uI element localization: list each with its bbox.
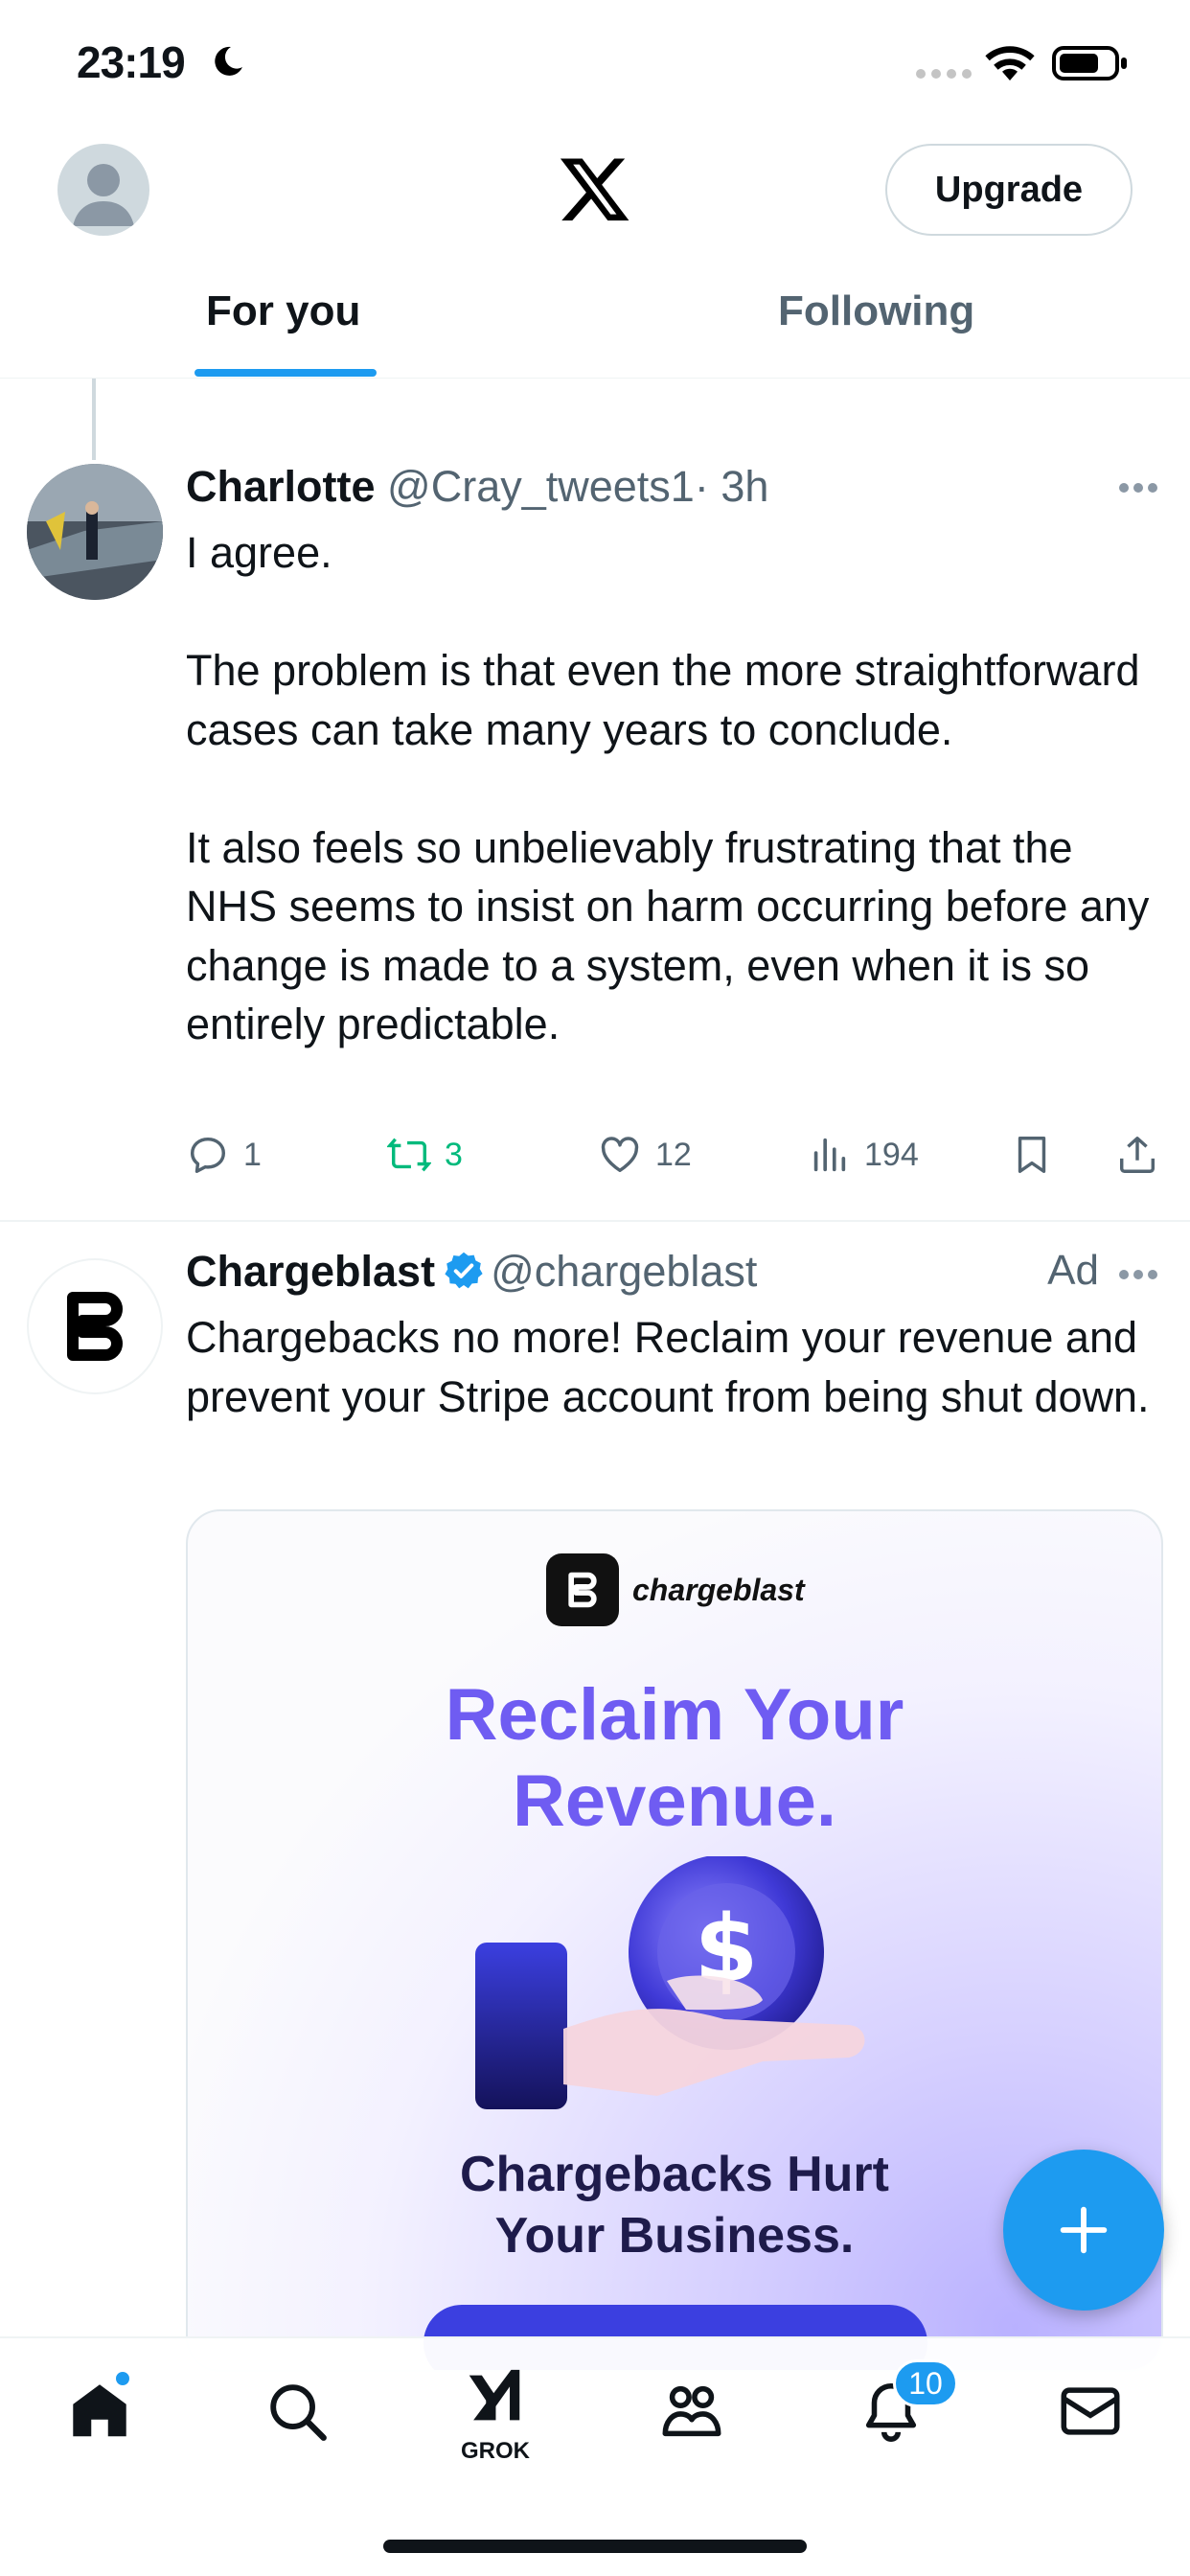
x-logo-icon[interactable]: [556, 151, 634, 226]
views-icon: [813, 1138, 846, 1172]
display-name[interactable]: Charlotte: [186, 462, 376, 511]
avatar-photo: [27, 464, 163, 600]
reply-button[interactable]: 1: [186, 1126, 262, 1184]
tweet-body: Chargebacks no more! Reclaim your revenu…: [186, 1313, 1150, 1421]
advertiser-avatar[interactable]: [27, 1258, 163, 1394]
ad-brand-name: chargeblast: [632, 1572, 805, 1607]
active-tab-indicator: [195, 369, 377, 377]
wifi-icon: [985, 46, 1035, 80]
profile-avatar[interactable]: [57, 144, 149, 236]
nav-grok[interactable]: [456, 2359, 533, 2436]
tweet-paragraph: I agree.: [186, 528, 332, 577]
nav-search[interactable]: [259, 2373, 335, 2450]
search-icon: [270, 2384, 327, 2441]
repost-icon: [387, 1138, 431, 1172]
like-icon: [601, 1137, 639, 1173]
ad-headline: Reclaim Your Revenue.: [188, 1672, 1161, 1845]
tweet-header: Charlotte @Cray_tweets1· 3h: [186, 462, 768, 512]
grok-icon: [469, 2369, 520, 2421]
ad-brand: chargeblast: [546, 1553, 805, 1626]
home-indicator: [383, 2540, 807, 2553]
ad-label: Ad: [1047, 1247, 1099, 1294]
bookmark-icon: [1018, 1137, 1046, 1173]
tweet-paragraph: It also feels so unbelievably frustratin…: [186, 822, 1150, 1049]
user-handle[interactable]: @Cray_tweets1: [387, 462, 695, 511]
views-button[interactable]: 194: [807, 1126, 919, 1184]
plus-icon: [1060, 2206, 1108, 2254]
nav-communities[interactable]: [653, 2373, 730, 2450]
reply-count: 1: [243, 1136, 262, 1173]
notifications-badge: 10: [893, 2359, 958, 2407]
tweet-actions: 1 3 12 194: [186, 1126, 1173, 1184]
upgrade-button[interactable]: Upgrade: [885, 144, 1133, 236]
more-icon[interactable]: [1117, 1268, 1159, 1281]
user-handle[interactable]: @chargeblast: [491, 1247, 757, 1296]
tab-following[interactable]: Following: [778, 288, 974, 335]
coin-hand-illustration: $: [475, 1856, 865, 2109]
tweet[interactable]: Charlotte @Cray_tweets1· 3h I agree. The…: [0, 422, 1190, 1222]
chargeblast-logo-icon: [546, 1553, 619, 1626]
more-icon[interactable]: [1117, 481, 1159, 494]
nav-messages[interactable]: [1052, 2373, 1129, 2450]
tweet-header: Chargeblast @chargeblast: [186, 1247, 757, 1297]
share-icon: [1119, 1137, 1156, 1173]
moon-icon: [215, 46, 242, 76]
communities-icon: [662, 2385, 721, 2437]
repost-button[interactable]: 3: [387, 1126, 463, 1184]
ad-headline-line: Revenue.: [513, 1760, 836, 1842]
home-unread-dot: [113, 2369, 132, 2388]
display-name[interactable]: Chargeblast: [186, 1247, 435, 1296]
bookmark-button[interactable]: [1010, 1126, 1067, 1184]
default-avatar-icon: [73, 164, 134, 226]
grok-label: GROK: [461, 2438, 530, 2464]
views-count: 194: [864, 1136, 919, 1173]
top-header: Upgrade For you Following: [0, 125, 1190, 379]
chargeblast-logo-icon: [67, 1292, 123, 1361]
compose-button[interactable]: [1003, 2150, 1164, 2311]
verified-icon: [445, 1252, 483, 1289]
tweet-paragraph: The problem is that even the more straig…: [186, 646, 1140, 754]
user-avatar[interactable]: [27, 464, 163, 600]
like-count: 12: [655, 1136, 692, 1173]
tab-for-you[interactable]: For you: [206, 288, 360, 335]
status-time: 23:19: [77, 37, 186, 87]
mail-icon: [1061, 2387, 1120, 2435]
repost-count: 3: [445, 1136, 463, 1173]
tweet-body: I agree. The problem is that even the mo…: [186, 523, 1154, 1054]
signal-icon: [916, 69, 972, 79]
status-bar: 23:19: [0, 0, 1190, 125]
reply-icon: [190, 1137, 226, 1173]
battery-icon: [1052, 46, 1127, 80]
like-button[interactable]: 12: [598, 1126, 692, 1184]
tweet-time: · 3h: [694, 462, 769, 511]
share-button[interactable]: [1115, 1126, 1173, 1184]
ad-headline-line: Reclaim Your: [445, 1674, 904, 1756]
